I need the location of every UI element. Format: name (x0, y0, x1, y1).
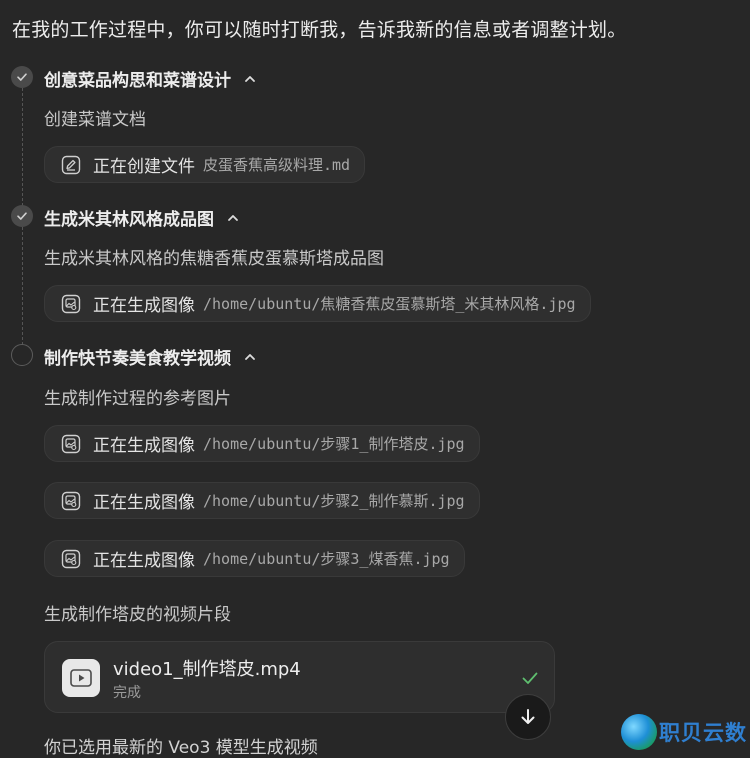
video-file-card[interactable]: video1_制作塔皮.mp4 完成 (44, 641, 555, 713)
step-subtitle-video: 生成制作塔皮的视频片段 (44, 605, 231, 625)
play-icon (62, 659, 100, 697)
globe-logo-icon (621, 714, 657, 750)
action-file: /home/ubuntu/步骤2_制作慕斯.jpg (203, 492, 465, 510)
step-title: 制作快节奏美食教学视频 (44, 349, 231, 369)
image-icon (61, 294, 81, 314)
action-label: 正在创建文件 (93, 157, 195, 177)
image-icon (61, 549, 81, 569)
scroll-to-bottom-button[interactable] (505, 694, 551, 740)
video-file-name: video1_制作塔皮.mp4 (113, 659, 301, 680)
chevron-up-icon[interactable] (226, 211, 240, 225)
chevron-up-icon[interactable] (243, 72, 257, 86)
action-label: 正在生成图像 (93, 296, 195, 316)
action-chip-generate-image[interactable]: 正在生成图像 /home/ubuntu/步骤1_制作塔皮.jpg (44, 425, 480, 462)
action-chip-generate-image[interactable]: 正在生成图像 /home/ubuntu/步骤2_制作慕斯.jpg (44, 482, 480, 519)
step-header-3[interactable]: 制作快节奏美食教学视频 (44, 344, 257, 369)
step-title: 生成米其林风格成品图 (44, 210, 214, 230)
action-label: 正在生成图像 (93, 493, 195, 513)
action-file: /home/ubuntu/焦糖香蕉皮蛋慕斯塔_米其林风格.jpg (203, 295, 576, 313)
timeline-connector (22, 88, 23, 206)
edit-icon (61, 155, 81, 175)
watermark-text: 职贝云数 (659, 721, 747, 745)
step-title: 创意菜品构思和菜谱设计 (44, 71, 231, 91)
step-subtitle: 生成制作过程的参考图片 (44, 389, 231, 409)
chevron-up-icon[interactable] (243, 350, 257, 364)
step-subtitle: 生成米其林风格的焦糖香蕉皮蛋慕斯塔成品图 (44, 249, 384, 269)
action-label: 正在生成图像 (93, 551, 195, 571)
intro-message: 在我的工作过程中，你可以随时打断我，告诉我新的信息或者调整计划。 (12, 19, 627, 41)
action-chip-generate-image[interactable]: 正在生成图像 /home/ubuntu/焦糖香蕉皮蛋慕斯塔_米其林风格.jpg (44, 285, 591, 322)
action-file: /home/ubuntu/步骤3_煤香蕉.jpg (203, 550, 450, 568)
image-icon (61, 434, 81, 454)
model-notice: 你已选用最新的 Veo3 模型生成视频 (44, 738, 318, 758)
step-pending-icon (11, 344, 33, 366)
step-header-2[interactable]: 生成米其林风格成品图 (44, 205, 240, 230)
video-file-status: 完成 (113, 685, 141, 701)
action-label: 正在生成图像 (93, 436, 195, 456)
action-chip-create-file[interactable]: 正在创建文件 皮蛋香蕉高级料理.md (44, 146, 366, 183)
step-complete-icon (11, 66, 33, 88)
check-icon (522, 672, 538, 684)
watermark: 职贝云数 (621, 714, 747, 750)
arrow-down-icon (521, 709, 535, 724)
step-complete-icon (11, 205, 33, 227)
action-file: 皮蛋香蕉高级料理.md (203, 156, 351, 174)
timeline-connector (22, 227, 23, 345)
step-subtitle: 创建菜谱文档 (44, 110, 146, 130)
action-chip-generate-image[interactable]: 正在生成图像 /home/ubuntu/步骤3_煤香蕉.jpg (44, 540, 465, 577)
step-header-1[interactable]: 创意菜品构思和菜谱设计 (44, 66, 257, 91)
action-file: /home/ubuntu/步骤1_制作塔皮.jpg (203, 435, 465, 453)
image-icon (61, 491, 81, 511)
